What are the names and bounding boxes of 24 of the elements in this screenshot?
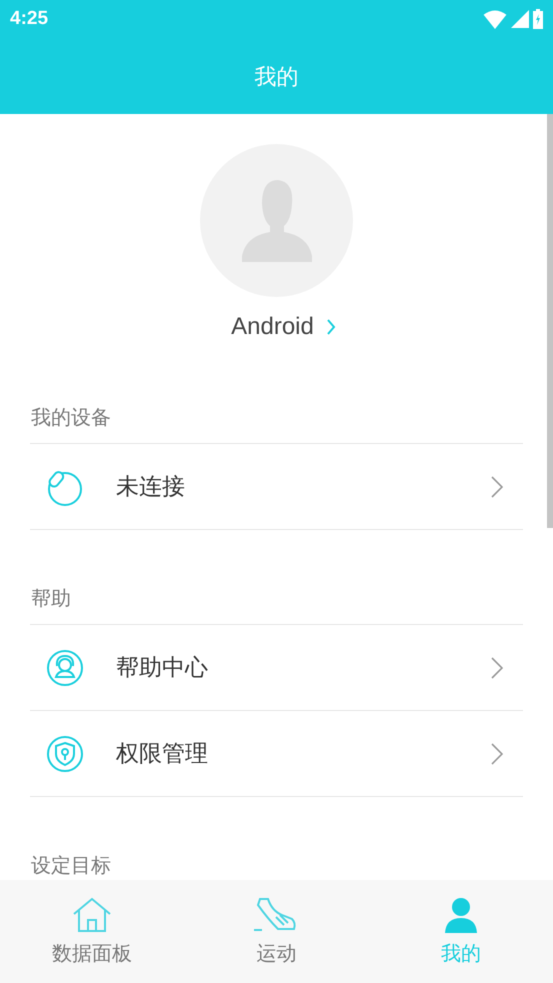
profile-name-link[interactable]: Android [231, 309, 336, 345]
nav-tab[interactable]: 运动 [184, 880, 369, 983]
sneaker-icon [254, 897, 298, 933]
shield-keyhole-icon [46, 734, 84, 772]
wifi-icon [483, 10, 507, 28]
person-icon [442, 897, 479, 933]
signal-icon [511, 10, 529, 28]
section-header: 设定目标 [31, 854, 111, 879]
settings-row[interactable]: 权限管理 [30, 711, 523, 797]
avatar-icon [200, 144, 353, 297]
nav-tab[interactable]: 数据面板 [0, 880, 184, 983]
headset-person-icon [46, 648, 84, 686]
chevron-right-icon [326, 319, 336, 335]
chevron-right-icon [491, 742, 503, 764]
chevron-right-icon [491, 656, 503, 678]
chevron-right-icon [491, 476, 503, 498]
home-icon [72, 897, 112, 933]
status-time: 4:25 [10, 6, 48, 31]
section-header: 我的设备 [31, 406, 111, 431]
page-title: 我的 [254, 62, 298, 90]
section-header: 帮助 [31, 587, 71, 612]
battery-icon [533, 9, 543, 29]
settings-row[interactable]: 未连接 [30, 444, 523, 530]
settings-row[interactable]: 帮助中心 [30, 625, 523, 711]
